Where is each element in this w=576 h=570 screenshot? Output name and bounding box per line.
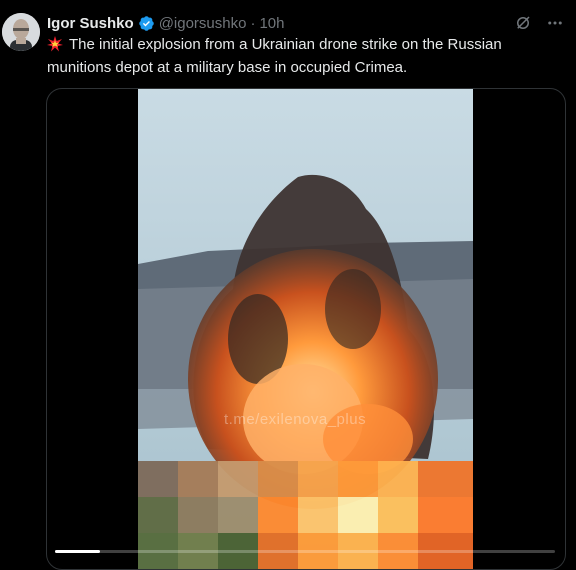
avatar-image — [2, 13, 40, 51]
avatar[interactable] — [2, 13, 40, 51]
timestamp[interactable]: 10h — [259, 15, 284, 32]
video-watermark: t.me/exilenova_plus — [224, 411, 367, 428]
video-frame[interactable]: t.me/exilenova_plus — [138, 89, 473, 569]
tweet-text-content: The initial explosion from a Ukrainian d… — [47, 36, 502, 76]
more-options-icon[interactable] — [546, 14, 564, 32]
tweet-text: The initial explosion from a Ukrainian d… — [47, 35, 547, 78]
separator-dot: · — [250, 14, 256, 32]
header-actions — [514, 13, 564, 33]
explosion-emoji-icon — [47, 36, 63, 58]
author-name[interactable]: Igor Sushko — [47, 15, 134, 32]
video-progress-fill — [55, 550, 100, 553]
tweet-header: Igor Sushko @igorsushko · 10h — [47, 13, 564, 33]
video-progress-bar[interactable] — [55, 550, 555, 553]
verified-badge-icon — [138, 15, 155, 32]
tweet-card[interactable]: Igor Sushko @igorsushko · 10h The initia… — [0, 0, 576, 570]
grok-icon[interactable] — [514, 14, 532, 32]
video-player[interactable]: t.me/exilenova_plus — [46, 88, 566, 570]
author-handle[interactable]: @igorsushko — [159, 15, 247, 32]
explosion-video-still — [138, 89, 473, 569]
